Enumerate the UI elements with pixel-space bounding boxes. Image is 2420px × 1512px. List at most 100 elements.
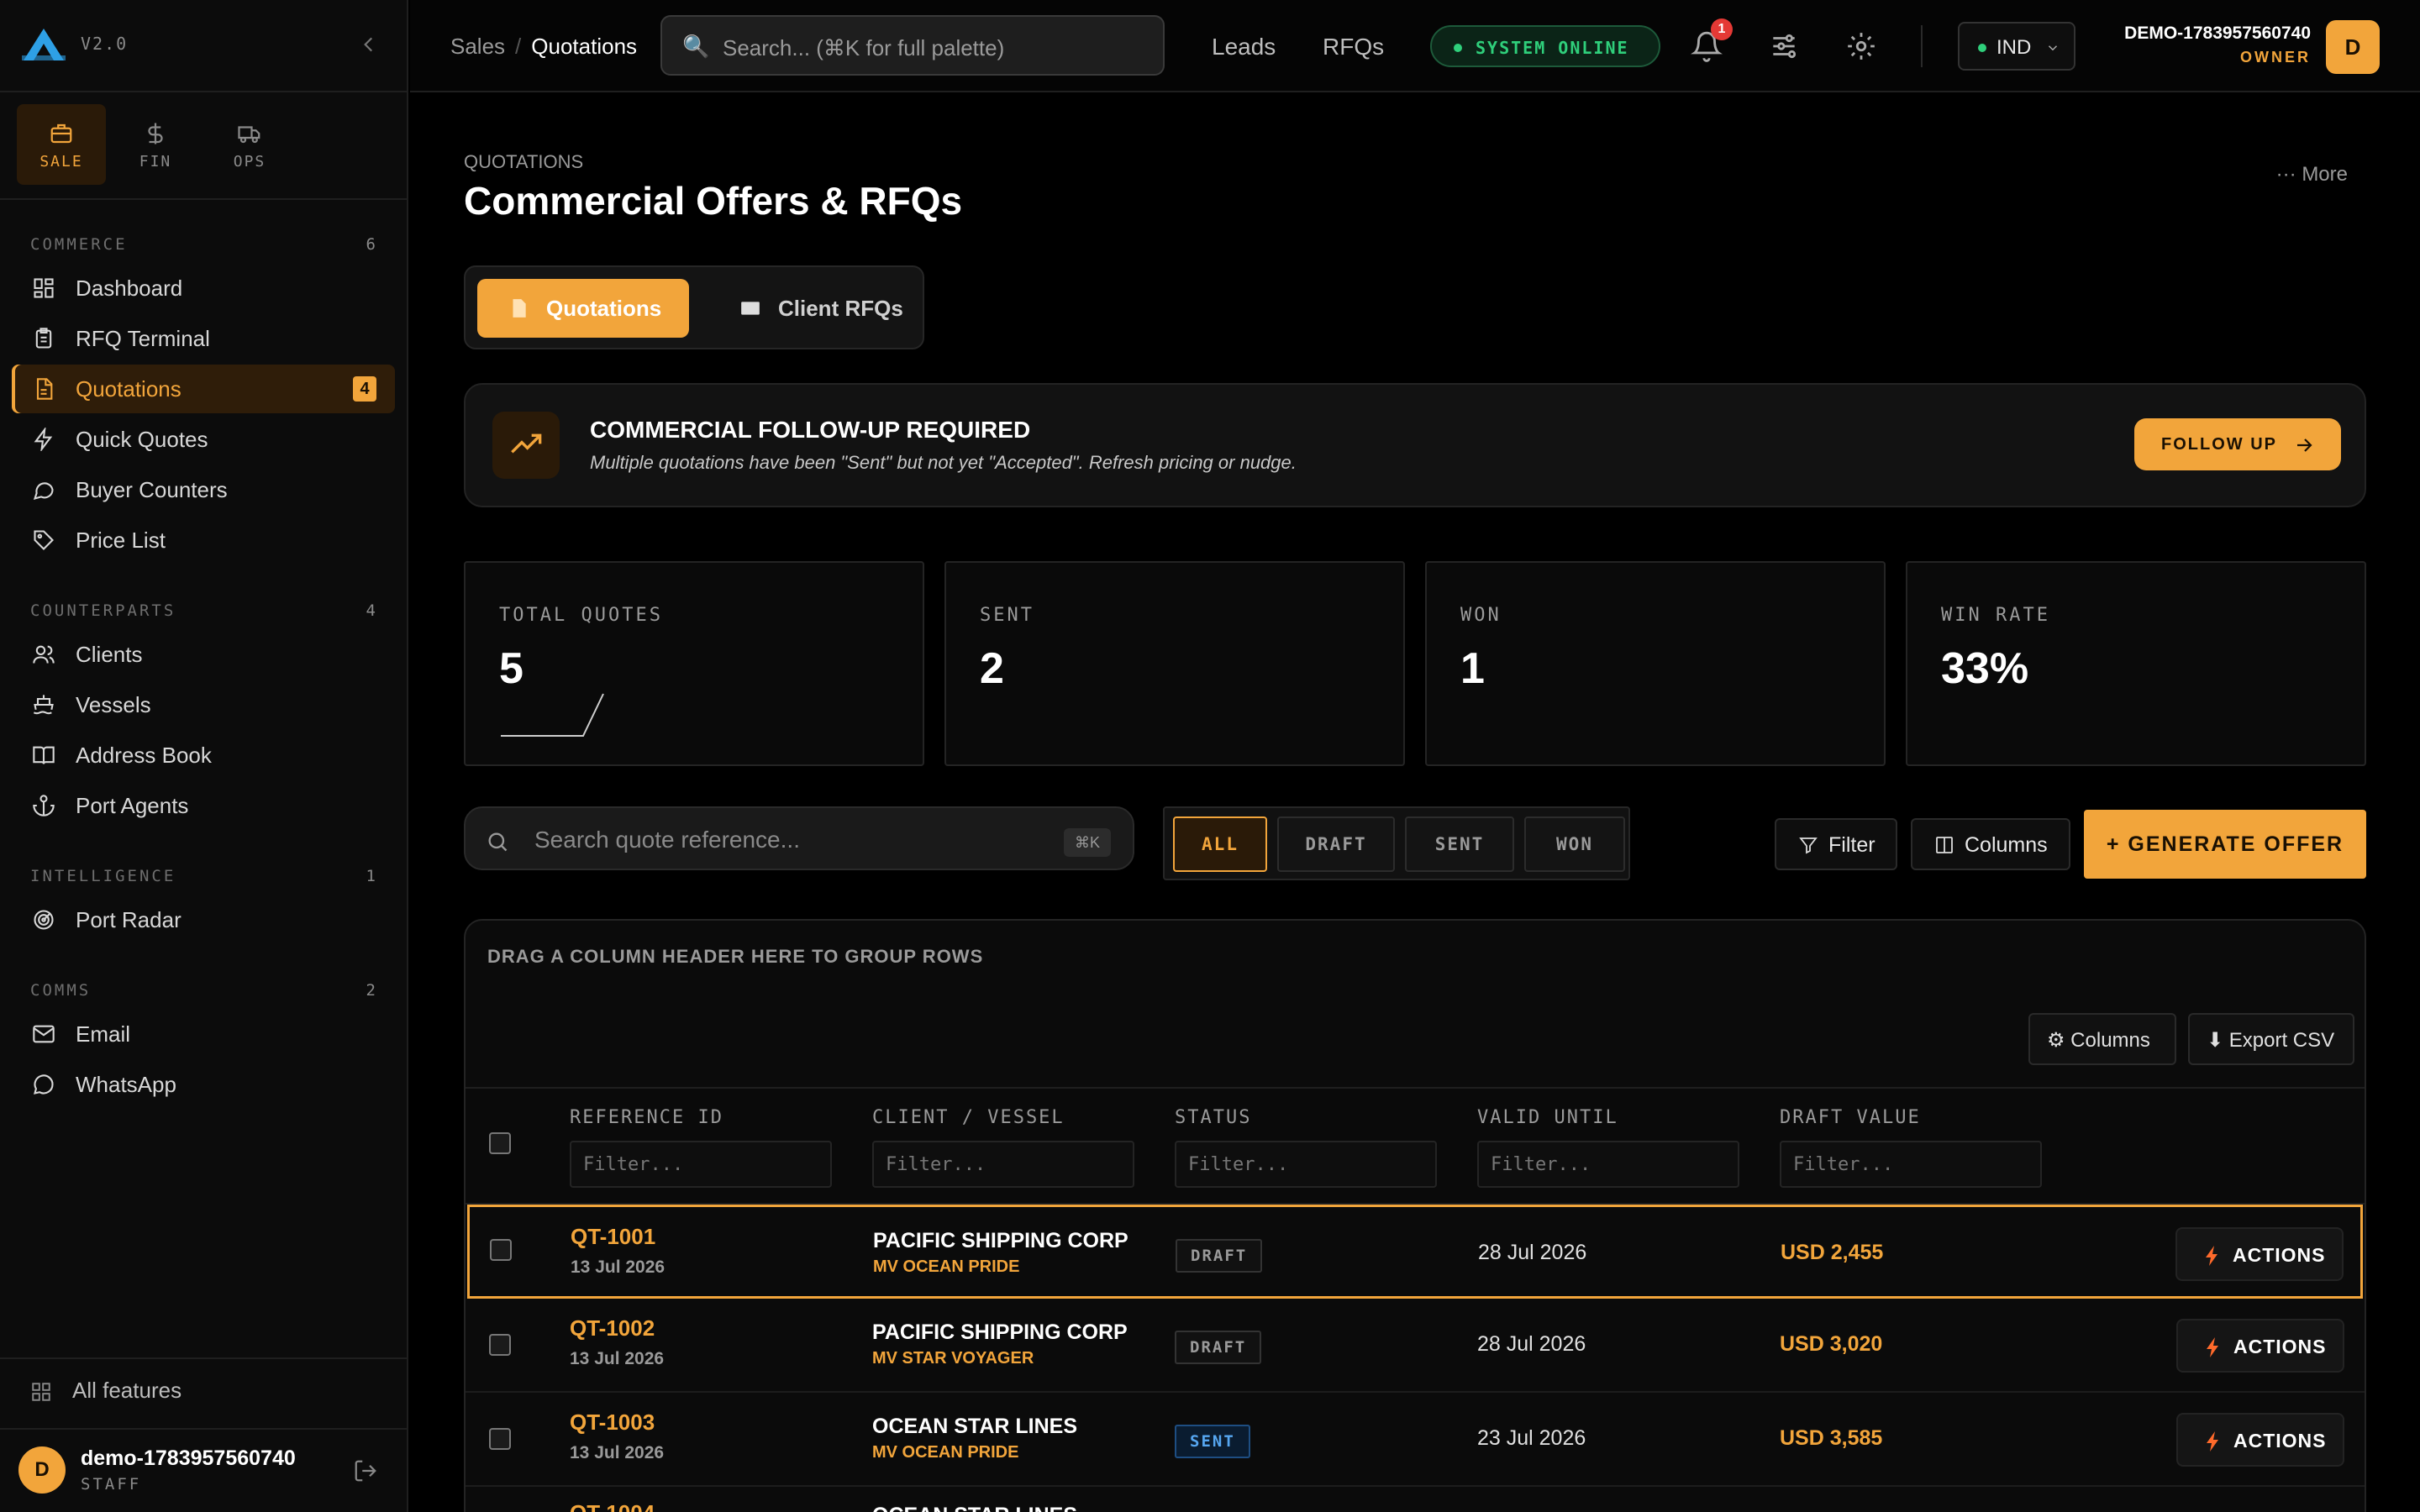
sidebar-item-dashboard[interactable]: Dashboard: [12, 264, 395, 312]
table-row[interactable]: QT-1001 13 Jul 2026 PACIFIC SHIPPING COR…: [467, 1205, 2363, 1299]
row-draft-value: USD 3,020: [1780, 1332, 1883, 1356]
anchor-icon: [33, 795, 55, 816]
dashboard-icon: [34, 278, 54, 298]
grid-icon: [32, 1383, 50, 1401]
account-info[interactable]: DEMO-1783957560740 OWNER: [2124, 24, 2311, 66]
follow-up-button[interactable]: FOLLOW UP: [2134, 418, 2341, 470]
tab-sent[interactable]: SENT: [1405, 816, 1514, 872]
segment-quotations[interactable]: Quotations: [477, 279, 689, 338]
grid-columns-button[interactable]: ⚙ Columns: [2028, 1013, 2176, 1065]
select-all-checkbox[interactable]: [489, 1132, 511, 1154]
collapse-sidebar-icon[interactable]: [358, 34, 380, 55]
tab-won[interactable]: WON: [1524, 816, 1625, 872]
sidebar-item-clients[interactable]: Clients: [12, 630, 395, 679]
quotations-count-badge: 4: [353, 376, 376, 402]
book-icon: [33, 746, 55, 764]
filter-valid-until[interactable]: [1477, 1141, 1739, 1188]
row-reference-id[interactable]: QT-1002: [570, 1315, 655, 1341]
more-button[interactable]: ··· More: [2276, 163, 2348, 186]
filter-client[interactable]: [872, 1141, 1134, 1188]
columns-icon: [1936, 837, 1953, 853]
module-fin-label: FIN: [139, 153, 172, 171]
row-reference-id[interactable]: QT-1004: [570, 1500, 655, 1512]
module-sale[interactable]: SALE: [17, 104, 106, 185]
quotations-grid: DRAG A COLUMN HEADER HERE TO GROUP ROWS …: [464, 919, 2366, 1512]
quote-search-placeholder: Search quote reference...: [534, 827, 800, 853]
segment-client-rfqs-label: Client RFQs: [778, 296, 903, 321]
sidebar-item-address-book[interactable]: Address Book: [12, 731, 395, 780]
filter-status-input[interactable]: [1176, 1142, 1435, 1186]
column-header-client[interactable]: CLIENT / VESSEL: [872, 1107, 1065, 1128]
user-role: STAFF: [81, 1475, 142, 1494]
row-draft-value: USD 2,455: [1781, 1241, 1884, 1264]
column-header-status[interactable]: STATUS: [1175, 1107, 1251, 1128]
filter-reference[interactable]: [570, 1141, 832, 1188]
row-actions-button[interactable]: ACTIONS: [2175, 1227, 2344, 1281]
tab-draft[interactable]: DRAFT: [1277, 816, 1395, 872]
country-selector[interactable]: IND: [1958, 22, 2075, 71]
table-row[interactable]: QT-1002 13 Jul 2026 PACIFIC SHIPPING COR…: [466, 1299, 2365, 1393]
column-header-reference[interactable]: REFERENCE ID: [570, 1107, 723, 1128]
row-checkbox[interactable]: [489, 1334, 511, 1356]
row-checkbox[interactable]: [489, 1428, 511, 1450]
columns-button[interactable]: Columns: [1911, 818, 2070, 870]
sidebar-divider: [0, 1428, 408, 1430]
sidebar-item-label: Clients: [76, 642, 143, 667]
row-actions-button[interactable]: ACTIONS: [2176, 1319, 2344, 1373]
sidebar-item-label: Port Agents: [76, 793, 189, 818]
row-actions-button[interactable]: ACTIONS: [2176, 1413, 2344, 1467]
table-row[interactable]: QT-1003 13 Jul 2026 OCEAN STAR LINES MV …: [466, 1393, 2365, 1487]
group-rows-dropzone[interactable]: DRAG A COLUMN HEADER HERE TO GROUP ROWS: [487, 946, 983, 968]
filter-button[interactable]: Filter: [1775, 818, 1897, 870]
section-intelligence-count: 1: [366, 867, 378, 885]
sidebar-item-whatsapp[interactable]: WhatsApp: [12, 1060, 395, 1109]
filter-draft-value[interactable]: [1780, 1141, 2042, 1188]
sidebar-item-rfq-terminal[interactable]: RFQ Terminal: [12, 314, 395, 363]
nav-link-leads[interactable]: Leads: [1212, 34, 1276, 60]
row-vessel: MV STAR VOYAGER: [872, 1349, 1034, 1368]
filter-status[interactable]: [1175, 1141, 1437, 1188]
column-header-valid-until[interactable]: VALID UNTIL: [1477, 1107, 1618, 1128]
column-header-draft-value[interactable]: DRAFT VALUE: [1780, 1107, 1921, 1128]
all-features-link[interactable]: All features: [30, 1378, 182, 1404]
tab-all[interactable]: ALL: [1173, 816, 1267, 872]
sidebar-item-vessels[interactable]: Vessels: [12, 680, 395, 729]
filter-client-input[interactable]: [874, 1142, 1133, 1186]
segment-client-rfqs[interactable]: Client RFQs: [709, 279, 914, 338]
filter-reference-input[interactable]: [571, 1142, 830, 1186]
users-icon: [33, 645, 55, 664]
row-checkbox[interactable]: [490, 1239, 512, 1261]
row-reference-id[interactable]: QT-1003: [570, 1410, 655, 1436]
generate-offer-button[interactable]: + GENERATE OFFER: [2084, 810, 2366, 879]
filter-draft-value-input[interactable]: [1781, 1142, 2040, 1186]
sliders-icon[interactable]: [1768, 30, 1800, 62]
quote-search-input[interactable]: Search quote reference... ⌘K: [464, 806, 1134, 870]
sidebar-item-buyer-counters[interactable]: Buyer Counters: [12, 465, 395, 514]
ship-icon: [33, 695, 54, 715]
global-search[interactable]: 🔍 Search... (⌘K for full palette): [660, 15, 1165, 76]
nav-link-rfqs[interactable]: RFQs: [1323, 34, 1384, 60]
sidebar-item-quick-quotes[interactable]: Quick Quotes: [12, 415, 395, 464]
grid-header: REFERENCE ID CLIENT / VESSEL STATUS VALI…: [466, 1087, 2365, 1205]
section-comms-title: COMMS 2: [30, 981, 378, 1000]
filter-valid-until-input[interactable]: [1479, 1142, 1738, 1186]
kpi-label: WON: [1460, 605, 1502, 626]
sidebar-item-port-radar[interactable]: Port Radar: [12, 895, 395, 944]
row-reference-id[interactable]: QT-1001: [571, 1224, 655, 1250]
sidebar-item-price-list[interactable]: Price List: [12, 516, 395, 564]
avatar[interactable]: D: [18, 1446, 66, 1494]
row-actions-label: ACTIONS: [2233, 1430, 2327, 1452]
module-fin[interactable]: FIN: [111, 104, 200, 185]
sidebar-item-port-agents[interactable]: Port Agents: [12, 781, 395, 830]
breadcrumb-sales[interactable]: Sales: [450, 34, 505, 59]
sidebar-item-quotations[interactable]: Quotations 4: [12, 365, 395, 413]
export-csv-button[interactable]: ⬇ Export CSV: [2188, 1013, 2354, 1065]
gear-icon[interactable]: [1845, 30, 1877, 62]
sidebar-item-email[interactable]: Email: [12, 1010, 395, 1058]
logout-icon[interactable]: [353, 1458, 378, 1483]
kpi-value: 1: [1460, 644, 1485, 693]
bolt-icon: [2206, 1246, 2217, 1266]
table-row[interactable]: QT-1004 OCEAN STAR LINES: [466, 1487, 2365, 1512]
module-ops[interactable]: OPS: [205, 104, 294, 185]
account-avatar[interactable]: D: [2326, 20, 2380, 74]
